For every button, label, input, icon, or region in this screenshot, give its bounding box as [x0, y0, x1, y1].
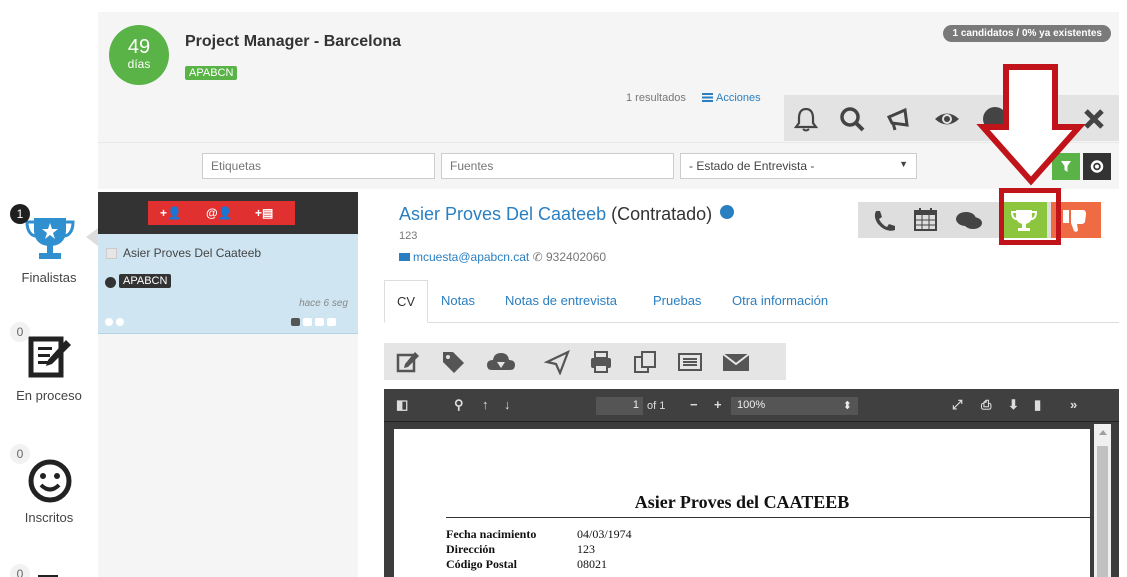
- annotation-highlight-box: [999, 188, 1061, 245]
- app-root: 1 Finalistas 0 En proceso 0 Inscritos 0 …: [0, 0, 1127, 577]
- annotation-arrow-icon: [976, 64, 1086, 186]
